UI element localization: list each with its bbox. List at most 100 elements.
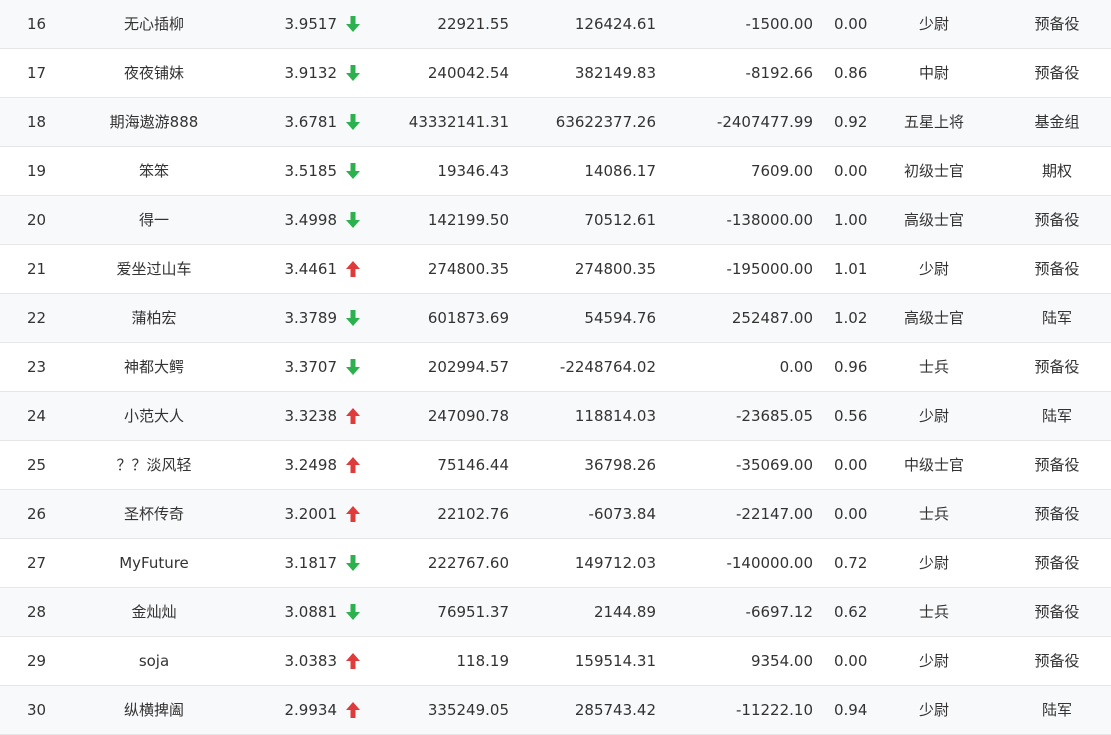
arrow-down-icon bbox=[346, 294, 362, 342]
rank-cell: 21 bbox=[27, 260, 47, 278]
rank-cell: 19 bbox=[27, 162, 47, 180]
value-3-cell: -8192.66 bbox=[745, 64, 813, 82]
rank-cell: 16 bbox=[27, 15, 47, 33]
table-row[interactable]: 17 夜夜铺妹 3.9132 240042.54 382149.83 -8192… bbox=[0, 49, 1111, 98]
arrow-down-icon bbox=[346, 343, 362, 391]
table-row[interactable]: 22 蒲柏宏 3.3789 601873.69 54594.76 252487.… bbox=[0, 294, 1111, 343]
value-2-cell: 382149.83 bbox=[574, 64, 656, 82]
rank-level-cell: 士兵 bbox=[918, 505, 949, 523]
rank-level-cell: 少尉 bbox=[918, 407, 949, 425]
arrow-up-icon bbox=[346, 245, 362, 293]
user-name-cell[interactable]: 夜夜铺妹 bbox=[80, 49, 228, 97]
score-cell: 3.4461 bbox=[284, 260, 338, 278]
value-3-cell: -23685.05 bbox=[736, 407, 813, 425]
rank-cell: 17 bbox=[27, 64, 47, 82]
table-row[interactable]: 18 期海遨游888 3.6781 43332141.31 63622377.2… bbox=[0, 98, 1111, 147]
table-row[interactable]: 20 得一 3.4998 142199.50 70512.61 -138000.… bbox=[0, 196, 1111, 245]
ratio-cell: 0.00 bbox=[834, 162, 868, 180]
user-name-cell[interactable]: 纵横捭阖 bbox=[80, 686, 228, 734]
table-row[interactable]: 24 小范大人 3.3238 247090.78 118814.03 -2368… bbox=[0, 392, 1111, 441]
value-1-cell: 274800.35 bbox=[427, 260, 509, 278]
value-2-cell: -6073.84 bbox=[588, 505, 656, 523]
rank-level-cell: 少尉 bbox=[918, 15, 949, 33]
group-cell: 预备役 bbox=[1034, 505, 1080, 523]
score-cell: 3.3789 bbox=[284, 309, 338, 327]
user-name-cell[interactable]: 笨笨 bbox=[80, 147, 228, 195]
value-3-cell: 9354.00 bbox=[750, 652, 813, 670]
value-3-cell: -138000.00 bbox=[726, 211, 813, 229]
ratio-cell: 1.01 bbox=[834, 260, 868, 278]
value-2-cell: -2248764.02 bbox=[559, 358, 656, 376]
group-cell: 预备役 bbox=[1034, 603, 1080, 621]
table-row[interactable]: 29 soja 3.0383 118.19 159514.31 9354.00 … bbox=[0, 637, 1111, 686]
group-cell: 预备役 bbox=[1034, 260, 1080, 278]
table-row[interactable]: 21 爱坐过山车 3.4461 274800.35 274800.35 -195… bbox=[0, 245, 1111, 294]
value-2-cell: 70512.61 bbox=[584, 211, 656, 229]
group-cell: 预备役 bbox=[1034, 652, 1080, 670]
arrow-up-icon bbox=[346, 490, 362, 538]
value-2-cell: 126424.61 bbox=[574, 15, 656, 33]
value-2-cell: 285743.42 bbox=[574, 701, 656, 719]
value-2-cell: 14086.17 bbox=[584, 162, 656, 180]
rank-cell: 22 bbox=[27, 309, 47, 327]
arrow-down-icon bbox=[346, 147, 362, 195]
value-3-cell: -140000.00 bbox=[726, 554, 813, 572]
table-row[interactable]: 25 ？？淡风轻 3.2498 75146.44 36798.26 -35069… bbox=[0, 441, 1111, 490]
user-name-cell[interactable]: soja bbox=[80, 637, 228, 685]
rank-cell: 29 bbox=[27, 652, 47, 670]
group-cell: 期权 bbox=[1041, 162, 1072, 180]
user-name-cell[interactable]: 期海遨游888 bbox=[80, 98, 228, 146]
user-name-cell[interactable]: MyFuture bbox=[80, 539, 228, 587]
value-2-cell: 36798.26 bbox=[584, 456, 656, 474]
score-cell: 3.4998 bbox=[284, 211, 338, 229]
rank-level-cell: 少尉 bbox=[918, 554, 949, 572]
user-name-cell[interactable]: ？？淡风轻 bbox=[80, 441, 228, 489]
user-name-cell[interactable]: 爱坐过山车 bbox=[80, 245, 228, 293]
value-1-cell: 222767.60 bbox=[427, 554, 509, 572]
value-2-cell: 63622377.26 bbox=[555, 113, 656, 131]
group-cell: 预备役 bbox=[1034, 64, 1080, 82]
value-1-cell: 247090.78 bbox=[427, 407, 509, 425]
user-name-cell[interactable]: 神都大鳄 bbox=[80, 343, 228, 391]
score-cell: 3.3707 bbox=[284, 358, 338, 376]
value-1-cell: 19346.43 bbox=[437, 162, 509, 180]
user-name-cell[interactable]: 蒲柏宏 bbox=[80, 294, 228, 342]
value-1-cell: 335249.05 bbox=[427, 701, 509, 719]
arrow-down-icon bbox=[346, 196, 362, 244]
table-row[interactable]: 30 纵横捭阖 2.9934 335249.05 285743.42 -1122… bbox=[0, 686, 1111, 735]
score-cell: 3.6781 bbox=[284, 113, 338, 131]
table-row[interactable]: 23 神都大鳄 3.3707 202994.57 -2248764.02 0.0… bbox=[0, 343, 1111, 392]
arrow-down-icon bbox=[346, 539, 362, 587]
user-name-cell[interactable]: 得一 bbox=[80, 196, 228, 244]
group-cell: 预备役 bbox=[1034, 15, 1080, 33]
score-cell: 2.9934 bbox=[284, 701, 338, 719]
arrow-down-icon bbox=[346, 98, 362, 146]
rank-cell: 26 bbox=[27, 505, 47, 523]
rank-level-cell: 少尉 bbox=[918, 652, 949, 670]
value-1-cell: 75146.44 bbox=[437, 456, 509, 474]
user-name-cell[interactable]: 无心插柳 bbox=[80, 0, 228, 48]
score-cell: 3.3238 bbox=[284, 407, 338, 425]
value-1-cell: 76951.37 bbox=[437, 603, 509, 621]
user-name-cell[interactable]: 小范大人 bbox=[80, 392, 228, 440]
table-row[interactable]: 16 无心插柳 3.9517 22921.55 126424.61 -1500.… bbox=[0, 0, 1111, 49]
group-cell: 陆军 bbox=[1041, 407, 1072, 425]
ratio-cell: 0.00 bbox=[834, 456, 868, 474]
value-1-cell: 22102.76 bbox=[437, 505, 509, 523]
arrow-down-icon bbox=[346, 588, 362, 636]
value-1-cell: 43332141.31 bbox=[408, 113, 509, 131]
value-1-cell: 118.19 bbox=[456, 652, 510, 670]
table-row[interactable]: 26 圣杯传奇 3.2001 22102.76 -6073.84 -22147.… bbox=[0, 490, 1111, 539]
group-cell: 陆军 bbox=[1041, 701, 1072, 719]
table-row[interactable]: 27 MyFuture 3.1817 222767.60 149712.03 -… bbox=[0, 539, 1111, 588]
score-cell: 3.1817 bbox=[284, 554, 338, 572]
user-name-cell[interactable]: 圣杯传奇 bbox=[80, 490, 228, 538]
table-row[interactable]: 19 笨笨 3.5185 19346.43 14086.17 7609.00 0… bbox=[0, 147, 1111, 196]
ratio-cell: 0.86 bbox=[834, 64, 868, 82]
value-1-cell: 202994.57 bbox=[427, 358, 509, 376]
user-name-cell[interactable]: 金灿灿 bbox=[80, 588, 228, 636]
value-2-cell: 118814.03 bbox=[574, 407, 656, 425]
value-2-cell: 274800.35 bbox=[574, 260, 656, 278]
ranking-table: 16 无心插柳 3.9517 22921.55 126424.61 -1500.… bbox=[0, 0, 1111, 735]
table-row[interactable]: 28 金灿灿 3.0881 76951.37 2144.89 -6697.12 … bbox=[0, 588, 1111, 637]
